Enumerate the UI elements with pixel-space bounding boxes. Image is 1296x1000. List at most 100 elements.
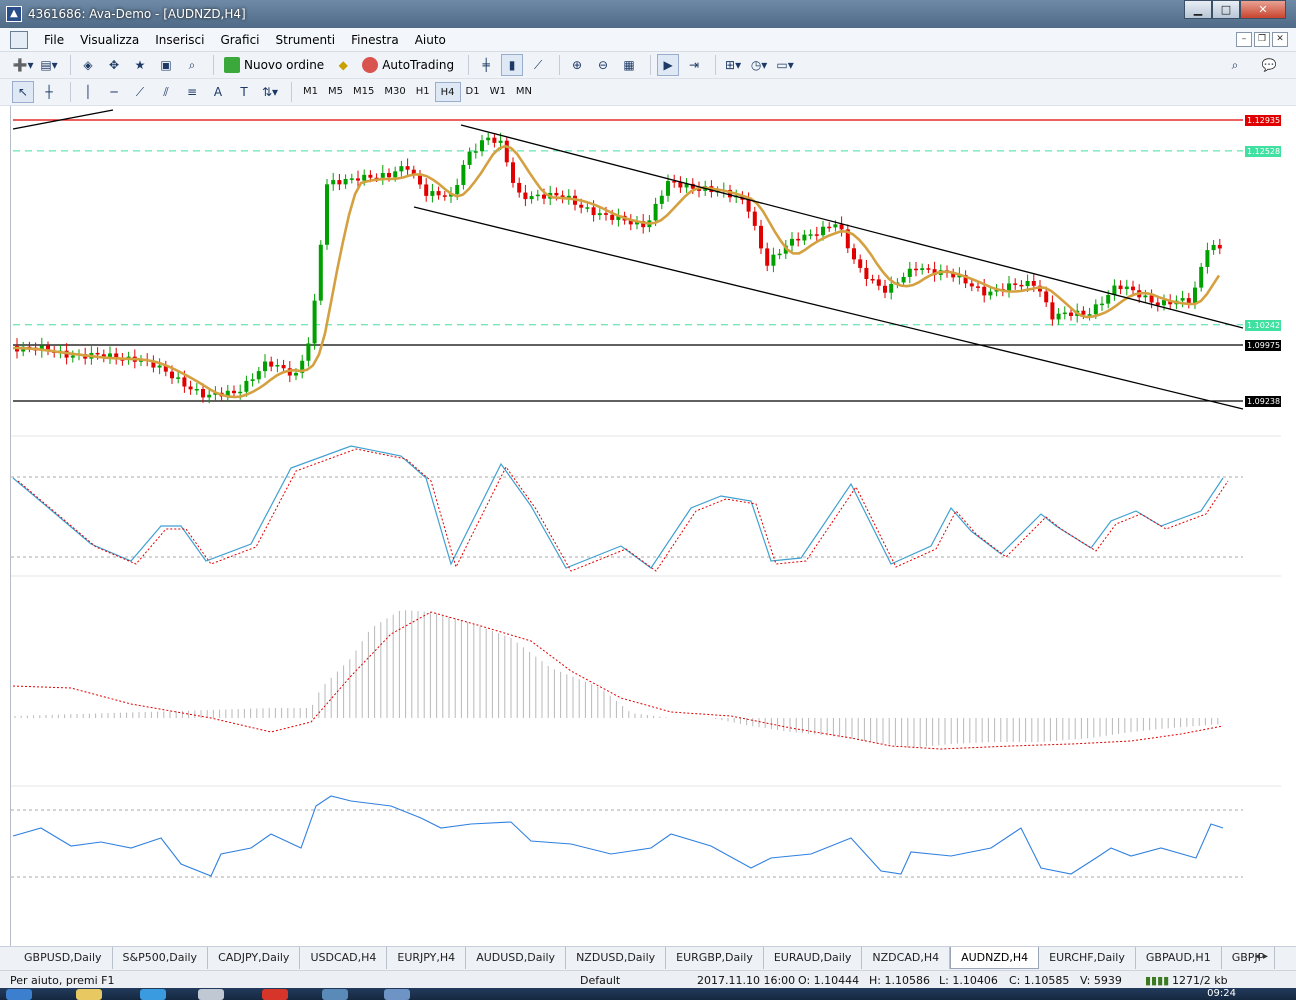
strategy-tester-icon[interactable]: ⌕ — [181, 54, 203, 76]
tab-scroll-icon[interactable]: ◂ ▸ — [1255, 951, 1268, 962]
chat-icon[interactable]: 💬 — [1258, 54, 1280, 76]
candle-body — [318, 244, 323, 301]
templates-icon[interactable]: ▭▾ — [774, 54, 796, 76]
candle-body — [1193, 287, 1197, 304]
terminal-icon[interactable]: ▣ — [155, 54, 177, 76]
text-label-icon[interactable]: T — [233, 81, 255, 103]
menu-insert[interactable]: Inserisci — [147, 33, 212, 47]
maximize-icon[interactable]: □ — [1212, 0, 1240, 19]
timeframe-w1[interactable]: W1 — [485, 82, 511, 102]
timeframe-m30[interactable]: M30 — [379, 82, 410, 102]
chart-window[interactable]: 1.12935 1.12528 1.10242 1.09975 1.09238 — [10, 106, 1281, 946]
bar-chart-icon[interactable]: ╪ — [475, 54, 497, 76]
periods-icon[interactable]: ◷▾ — [748, 54, 770, 76]
tab-cadjpy-daily[interactable]: CADJPY,Daily — [208, 947, 301, 969]
menu-tools[interactable]: Strumenti — [268, 33, 344, 47]
menu-help[interactable]: Aiuto — [407, 33, 454, 47]
profiles-icon[interactable]: ▤▾ — [38, 54, 60, 76]
candle-body — [182, 377, 187, 387]
tab-usdcad-h4[interactable]: USDCAD,H4 — [300, 947, 388, 969]
tab-eurgbp-daily[interactable]: EURGBP,Daily — [666, 947, 764, 969]
menu-file[interactable]: File — [36, 33, 72, 47]
candlestick-icon[interactable]: ▮ — [501, 54, 524, 76]
trendline-icon[interactable]: ⟋ — [129, 81, 151, 103]
tab-audusd-daily[interactable]: AUDUSD,Daily — [466, 947, 567, 969]
tab-nzdcad-h4[interactable]: NZDCAD,H4 — [862, 947, 951, 969]
timeframe-m5[interactable]: M5 — [323, 82, 348, 102]
metatrader-taskbar-icon[interactable] — [384, 989, 410, 1000]
tab-euraud-daily[interactable]: EURAUD,Daily — [764, 947, 863, 969]
candle-body — [263, 361, 267, 372]
taskbar-app-icon[interactable] — [198, 989, 224, 1000]
data-window-icon[interactable]: ✥ — [103, 54, 125, 76]
timeframe-mn[interactable]: MN — [511, 82, 537, 102]
candle-body — [1118, 285, 1123, 290]
tab-eurjpy-h4[interactable]: EURJPY,H4 — [387, 947, 467, 969]
candle-body — [765, 248, 770, 266]
timeframe-m15[interactable]: M15 — [348, 82, 379, 102]
vertical-line-icon[interactable]: │ — [77, 81, 99, 103]
timeframe-m1[interactable]: M1 — [298, 82, 323, 102]
autotrading-button[interactable]: AutoTrading — [358, 54, 458, 76]
explorer-icon[interactable] — [76, 989, 102, 1000]
windows-taskbar: 09:24 — [0, 988, 1296, 1000]
search-icon[interactable]: ⌕ — [1224, 54, 1246, 76]
chart-window-icon — [10, 30, 28, 49]
tile-windows-icon[interactable]: ▦ — [618, 54, 640, 76]
minimize-icon[interactable]: ▁ — [1184, 0, 1212, 19]
candle-body — [988, 291, 993, 296]
market-watch-icon[interactable]: ◈ — [77, 54, 99, 76]
candle-body — [597, 213, 602, 216]
new-chart-icon[interactable]: ➕▾ — [12, 54, 34, 76]
tab-gbpusd-daily[interactable]: GBPUSD,Daily — [14, 947, 113, 969]
zoom-in-icon[interactable]: ⊕ — [566, 54, 588, 76]
mdi-close-icon[interactable]: ✕ — [1272, 32, 1288, 47]
timeframe-d1[interactable]: D1 — [461, 82, 485, 102]
start-icon[interactable] — [6, 989, 32, 1000]
tab-audnzd-h4[interactable]: AUDNZD,H4 — [950, 947, 1040, 969]
crosshair-icon[interactable]: ┼ — [38, 81, 60, 103]
candle-body — [604, 213, 608, 215]
candle-body — [1056, 313, 1061, 320]
auto-scroll-icon[interactable]: ▶ — [657, 54, 680, 76]
candle-body — [275, 365, 280, 367]
metaeditor-icon[interactable]: ◆ — [332, 54, 354, 76]
candle-body — [864, 267, 869, 279]
close-icon[interactable]: ✕ — [1240, 0, 1286, 19]
channel-lower-trendline — [413, 206, 1244, 410]
new-order-button[interactable]: Nuovo ordine — [220, 54, 328, 76]
tab-sp500-daily[interactable]: S&P500,Daily — [113, 947, 209, 969]
opera-icon[interactable] — [262, 989, 288, 1000]
fibonacci-icon[interactable]: ≡ — [181, 81, 203, 103]
horizontal-line-icon[interactable]: ─ — [103, 81, 125, 103]
browser-icon[interactable] — [140, 989, 166, 1000]
navigator-icon[interactable]: ★ — [129, 54, 151, 76]
indicators-icon[interactable]: ⊞▾ — [722, 54, 744, 76]
price-chart[interactable] — [11, 106, 1281, 946]
menu-charts[interactable]: Grafici — [212, 33, 267, 47]
mdi-minimize-icon[interactable]: – — [1236, 32, 1252, 47]
candle-body — [852, 248, 856, 260]
taskbar-app-icon[interactable] — [322, 989, 348, 1000]
arrows-icon[interactable]: ⇅▾ — [259, 81, 281, 103]
line-chart-icon[interactable]: ⟋ — [527, 54, 549, 76]
timeframe-h4[interactable]: H4 — [434, 82, 461, 102]
equidistant-channel-icon[interactable]: ⫽ — [155, 81, 177, 103]
candle-body — [1143, 295, 1148, 298]
candle-body — [387, 172, 391, 178]
tab-gbpaud-h1[interactable]: GBPAUD,H1 — [1136, 947, 1222, 969]
tab-eurchf-daily[interactable]: EURCHF,Daily — [1039, 947, 1136, 969]
text-icon[interactable]: A — [207, 81, 229, 103]
macd-signal-line — [12, 611, 1224, 750]
candle-body — [1112, 285, 1117, 295]
timeframe-h1[interactable]: H1 — [411, 82, 435, 102]
cursor-icon[interactable]: ↖ — [12, 81, 34, 103]
status-datetime: 2017.11.10 16:00 — [697, 974, 796, 987]
chart-shift-icon[interactable]: ⇥ — [683, 54, 705, 76]
candle-body — [486, 137, 491, 141]
tab-nzdusd-daily[interactable]: NZDUSD,Daily — [566, 947, 667, 969]
zoom-out-icon[interactable]: ⊖ — [592, 54, 614, 76]
menu-window[interactable]: Finestra — [343, 33, 407, 47]
mdi-restore-icon[interactable]: ❐ — [1254, 32, 1270, 47]
menu-view[interactable]: Visualizza — [72, 33, 147, 47]
